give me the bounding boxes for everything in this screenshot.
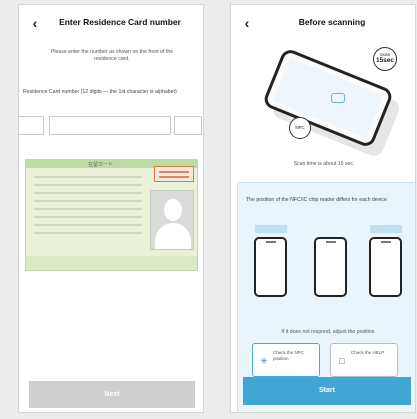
start-button[interactable]: Start	[243, 377, 411, 405]
card-bottom-stripe	[26, 256, 197, 270]
phone-nfc-icon: ✳	[260, 356, 268, 366]
header: ‹ Before scanning	[231, 5, 415, 39]
card-number-input-suffix[interactable]	[174, 116, 202, 135]
next-button[interactable]: Next	[29, 381, 195, 408]
before-scanning-screen: ‹ Before scanning Scan 15sec NFC Scan ti…	[230, 4, 416, 413]
card-number-input-main[interactable]	[49, 116, 171, 135]
phone-outline-icon	[254, 237, 287, 297]
nfc-zone-highlight	[370, 225, 402, 233]
phone-scan-illustration: Scan 15sec NFC	[259, 43, 402, 159]
adjust-position-note: If it does not respond, adjust the posit…	[281, 329, 375, 335]
nfc-badge: NFC	[289, 117, 311, 139]
phone-outline-icon	[369, 237, 402, 297]
card-number-input-prefix[interactable]	[19, 116, 44, 135]
card-title: 在留カード	[88, 162, 114, 168]
page-title: Before scanning	[298, 17, 366, 27]
option-label: Check the NFC position	[273, 350, 304, 361]
scan-time-badge: Scan 15sec	[373, 47, 397, 71]
phone-outline-icon	[314, 237, 347, 297]
header: ‹ Enter Residence Card number	[19, 5, 203, 39]
check-help-button[interactable]: □ Check the HELP	[330, 343, 398, 377]
page-title: Enter Residence Card number	[59, 17, 181, 27]
card-text-lines	[34, 176, 142, 240]
card-number-highlight	[154, 166, 194, 182]
nfc-signal-icon	[331, 93, 345, 103]
check-nfc-position-button[interactable]: ✳ Check the NFC position	[252, 343, 320, 377]
instruction-text: Please enter the number as shown on the …	[50, 49, 174, 62]
card-number-label: Residence Card number (12 digits — the 1…	[23, 89, 177, 95]
help-card-icon: □	[339, 356, 345, 366]
portrait-placeholder-icon	[150, 190, 194, 250]
residence-card-entry-screen: ‹ Enter Residence Card number Please ent…	[18, 4, 204, 413]
option-label: Check the HELP	[351, 350, 385, 355]
nfc-position-text: The position of the NFC/IC chip reader d…	[246, 197, 387, 203]
residence-card-illustration: 在留カード	[25, 159, 198, 271]
nfc-zone-highlight	[255, 225, 287, 233]
scan-time-caption: Scan time is about 15 sec.	[293, 161, 355, 167]
scan-time-value: 15sec	[375, 57, 395, 64]
